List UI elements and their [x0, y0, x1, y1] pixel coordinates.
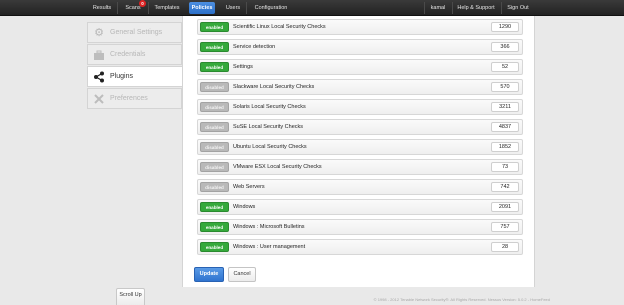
- plugin-family-name: Scientific Linux Local Security Checks: [233, 24, 326, 30]
- wrench-screwdriver-icon: [93, 93, 105, 105]
- nav-user[interactable]: kamal: [426, 2, 450, 14]
- status-toggle[interactable]: enabled: [200, 202, 229, 212]
- top-navbar: Results Scans 0 Templates Policies Users…: [0, 0, 624, 16]
- plugin-count: 52: [491, 62, 519, 72]
- plugin-family-name: Web Servers: [233, 184, 265, 190]
- status-toggle[interactable]: enabled: [200, 242, 229, 252]
- nav-configuration[interactable]: Configuration: [249, 2, 293, 14]
- scroll-up-button[interactable]: Scroll Up: [116, 288, 145, 305]
- plugin-family-row[interactable]: enabled Windows 2091: [197, 199, 523, 215]
- plugin-count: 1290: [491, 22, 519, 32]
- status-toggle[interactable]: enabled: [200, 22, 229, 32]
- sidebar-item-label: Preferences: [110, 95, 148, 102]
- nav-templates[interactable]: Templates: [150, 2, 184, 14]
- nav-separator: [117, 2, 118, 14]
- nav-separator: [148, 2, 149, 14]
- plugin-count: 366: [491, 42, 519, 52]
- plugin-count: 757: [491, 222, 519, 232]
- plugin-family-row[interactable]: disabled Web Servers 742: [197, 179, 523, 195]
- plugin-count: 73: [491, 162, 519, 172]
- status-toggle[interactable]: disabled: [200, 82, 229, 92]
- plugin-count: 570: [491, 82, 519, 92]
- plugin-family-row[interactable]: enabled Windows : User management 28: [197, 239, 523, 255]
- sidebar-item-label: Plugins: [110, 73, 133, 80]
- plugin-family-row[interactable]: enabled Windows : Microsoft Bulletins 75…: [197, 219, 523, 235]
- plugin-family-name: Service detection: [233, 44, 276, 50]
- nav-help-support[interactable]: Help & Support: [454, 2, 498, 14]
- sidebar-item-label: Credentials: [110, 51, 146, 58]
- plugin-family-name: SuSE Local Security Checks: [233, 124, 304, 130]
- status-toggle[interactable]: enabled: [200, 222, 229, 232]
- nav-sign-out[interactable]: Sign Out: [503, 2, 533, 14]
- status-toggle[interactable]: disabled: [200, 182, 229, 192]
- plugin-family-name: VMware ESX Local Security Checks: [233, 164, 322, 170]
- nav-separator: [452, 2, 453, 14]
- plugin-family-name: Windows: [233, 204, 256, 210]
- plugin-family-row[interactable]: enabled Scientific Linux Local Security …: [197, 19, 523, 35]
- plugin-family-row[interactable]: enabled Settings 52: [197, 59, 523, 75]
- nav-separator: [246, 2, 247, 14]
- plugin-count: 28: [491, 242, 519, 252]
- update-button[interactable]: Update: [194, 267, 224, 282]
- cancel-button[interactable]: Cancel: [228, 267, 256, 282]
- status-toggle[interactable]: enabled: [200, 42, 229, 52]
- plugin-count: 3211: [491, 102, 519, 112]
- status-toggle[interactable]: disabled: [200, 142, 229, 152]
- plugin-family-row[interactable]: disabled Ubuntu Local Security Checks 18…: [197, 139, 523, 155]
- plugin-families-panel: enabled Scientific Linux Local Security …: [182, 16, 535, 287]
- nav-users[interactable]: Users: [221, 2, 245, 14]
- plugin-family-row[interactable]: disabled VMware ESX Local Security Check…: [197, 159, 523, 175]
- gear-icon: ⚙: [94, 27, 104, 39]
- plugin-family-name: Solaris Local Security Checks: [233, 104, 306, 110]
- scans-badge: 0: [139, 0, 146, 7]
- nav-policies[interactable]: Policies: [189, 2, 215, 14]
- status-toggle[interactable]: disabled: [200, 162, 229, 172]
- briefcase-icon: [93, 49, 105, 61]
- sidebar-item-general-settings[interactable]: ⚙ General Settings: [87, 22, 182, 43]
- status-toggle[interactable]: disabled: [200, 122, 229, 132]
- sidebar-item-label: General Settings: [110, 29, 163, 36]
- plugin-family-row[interactable]: enabled Service detection 366: [197, 39, 523, 55]
- footer-copyright: © 1998 - 2012 Tenable Network Security®.…: [373, 297, 550, 302]
- status-toggle[interactable]: disabled: [200, 102, 229, 112]
- plugin-family-name: Ubuntu Local Security Checks: [233, 144, 307, 150]
- plugin-family-row[interactable]: disabled Solaris Local Security Checks 3…: [197, 99, 523, 115]
- plugin-family-row[interactable]: disabled Slackware Local Security Checks…: [197, 79, 523, 95]
- plugin-count: 1852: [491, 142, 519, 152]
- plugin-family-name: Slackware Local Security Checks: [233, 84, 315, 90]
- sidebar-item-preferences[interactable]: Preferences: [87, 88, 182, 109]
- nav-separator: [501, 2, 502, 14]
- plugin-family-name: Windows : User management: [233, 244, 306, 250]
- share-icon: [93, 71, 105, 83]
- nav-separator: [424, 2, 425, 14]
- sidebar-item-credentials[interactable]: Credentials: [87, 44, 182, 65]
- plugin-family-name: Settings: [233, 64, 253, 70]
- plugin-count: 4837: [491, 122, 519, 132]
- sidebar-item-plugins[interactable]: Plugins: [87, 66, 182, 87]
- plugin-family-row[interactable]: disabled SuSE Local Security Checks 4837: [197, 119, 523, 135]
- nav-results[interactable]: Results: [88, 2, 116, 14]
- status-toggle[interactable]: enabled: [200, 62, 229, 72]
- plugin-count: 742: [491, 182, 519, 192]
- plugin-count: 2091: [491, 202, 519, 212]
- plugin-family-name: Windows : Microsoft Bulletins: [233, 224, 305, 230]
